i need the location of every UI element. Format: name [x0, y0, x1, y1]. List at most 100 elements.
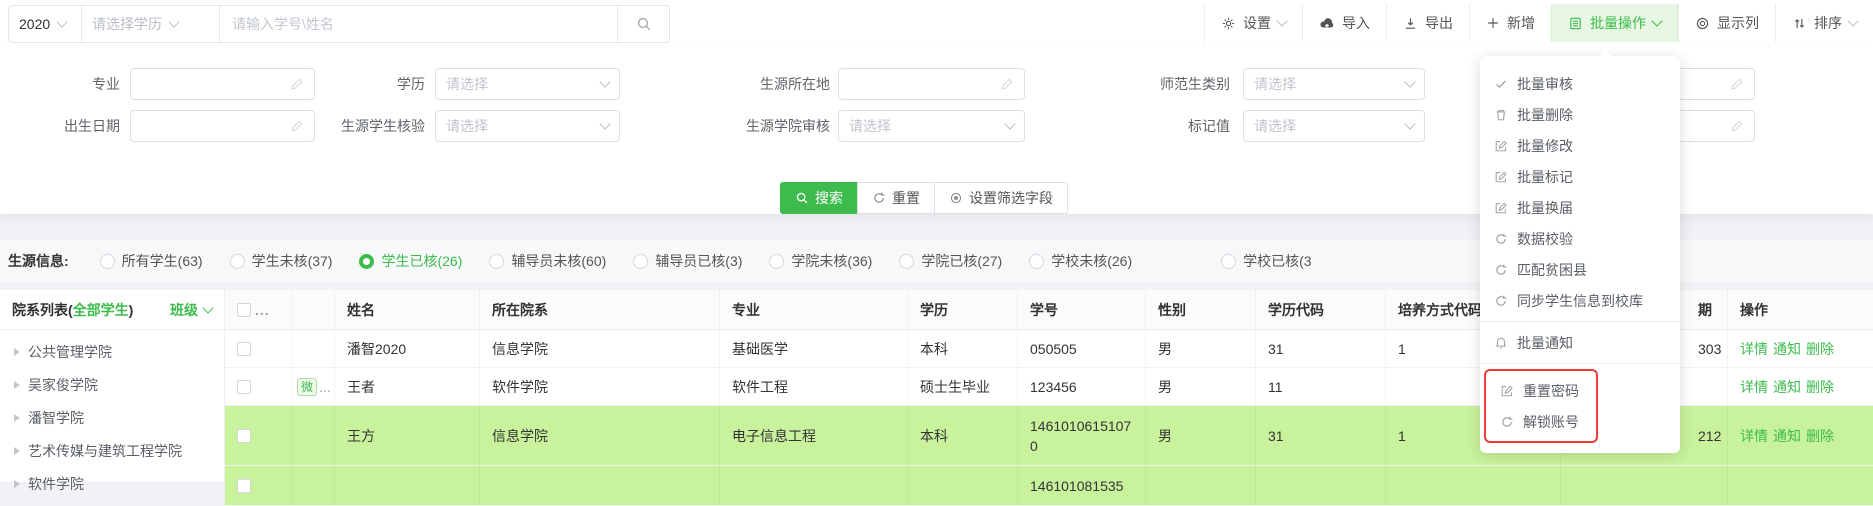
row-checkbox[interactable] [237, 479, 251, 493]
detail-link[interactable]: 详情 [1740, 339, 1768, 359]
menu-separator [1480, 321, 1680, 322]
sidebar-item-art-media[interactable]: 艺术传媒与建筑工程学院 [0, 434, 224, 467]
import-button[interactable]: 导入 [1302, 4, 1386, 42]
filter-normal-student-type-select[interactable]: 请选择 [1243, 68, 1425, 100]
menu-item-match-poverty-county[interactable]: 匹配贫困县 [1480, 254, 1680, 285]
menu-item-batch-audit[interactable]: 批量审核 [1480, 68, 1680, 99]
filter-education-select[interactable]: 请选择 [435, 68, 620, 100]
radio-school-unverified[interactable]: 学校未核(26) [1029, 251, 1132, 271]
filter-college-audit-select[interactable]: 请选择 [838, 110, 1025, 142]
delete-link[interactable]: 删除 [1806, 426, 1834, 446]
add-button-label: 新增 [1507, 13, 1535, 33]
chevron-down-icon [1004, 118, 1015, 129]
settings-button[interactable]: 设置 [1204, 4, 1302, 42]
cell-student-no: 050505 [1018, 330, 1146, 367]
set-filter-fields-button[interactable]: 设置筛选字段 [934, 182, 1068, 214]
reset-button[interactable]: 重置 [857, 182, 935, 214]
delete-link[interactable]: 删除 [1806, 377, 1834, 397]
detail-link[interactable]: 详情 [1740, 426, 1768, 446]
search-button[interactable]: 搜索 [780, 182, 858, 214]
tree-item-label: 潘智学院 [28, 408, 84, 428]
delete-link[interactable]: 删除 [1806, 339, 1834, 359]
header-action: 操作 [1728, 290, 1873, 329]
chevron-down-icon [1404, 76, 1415, 87]
radio-college-verified[interactable]: 学院已核(27) [899, 251, 1002, 271]
select-all-checkbox[interactable] [237, 303, 251, 317]
caret-right-icon [14, 447, 20, 455]
filter-label-student-check: 生源学生核验 [320, 110, 425, 142]
cell-dept: 信息学院 [480, 330, 720, 367]
cell-education: 本科 [908, 406, 1018, 465]
radio-student-unverified[interactable]: 学生未核(37) [230, 251, 333, 271]
cell-education [908, 466, 1018, 505]
notify-link[interactable]: 通知 [1773, 339, 1801, 359]
export-button[interactable]: 导出 [1386, 4, 1469, 42]
menu-item-label: 重置密码 [1523, 381, 1579, 401]
sidebar-item-panzhi[interactable]: 潘智学院 [0, 401, 224, 434]
filter-mark-value-select[interactable]: 请选择 [1243, 110, 1425, 142]
target-icon [949, 191, 963, 205]
filter-label-normal-student-type: 师范生类别 [1100, 68, 1230, 100]
display-columns-button[interactable]: 显示列 [1678, 4, 1775, 42]
chevron-down-icon [1404, 118, 1415, 129]
sidebar-item-software[interactable]: 软件学院 [0, 467, 224, 500]
radio-all-students[interactable]: 所有学生(63) [100, 251, 203, 271]
detail-link[interactable]: 详情 [1740, 377, 1768, 397]
sidebar-item-public-management[interactable]: 公共管理学院 [0, 335, 224, 368]
menu-item-batch-notify[interactable]: 批量通知 [1480, 327, 1680, 358]
filter-major-input[interactable] [141, 69, 284, 99]
radio-icon [359, 254, 374, 269]
select-placeholder: 请选择 [446, 116, 595, 136]
sort-button[interactable]: 排序 [1775, 4, 1873, 42]
sidebar-item-wujiajun[interactable]: 吴家俊学院 [0, 368, 224, 401]
row-checkbox[interactable] [237, 342, 251, 356]
table-row-partial[interactable]: 146101081535 [225, 466, 1873, 506]
menu-item-label: 解锁账号 [1523, 412, 1579, 432]
tree-item-label: 软件学院 [28, 474, 84, 494]
cell-student-no: 123456 [1018, 368, 1146, 405]
row-checkbox[interactable] [237, 380, 251, 394]
refresh-icon [1494, 294, 1508, 308]
search-submit-button[interactable] [617, 6, 669, 42]
batch-actions-menu: 批量审核 批量删除 批量修改 批量标记 批量换届 数据校验 匹配贫困县 同步学生… [1480, 56, 1680, 453]
row-checkbox[interactable] [237, 429, 251, 443]
menu-item-sync-to-school[interactable]: 同步学生信息到校库 [1480, 285, 1680, 316]
add-button[interactable]: 新增 [1469, 4, 1551, 42]
class-dropdown[interactable]: 班级 [170, 300, 212, 320]
cell-select [225, 466, 293, 505]
notify-link[interactable]: 通知 [1773, 377, 1801, 397]
menu-item-data-check[interactable]: 数据校验 [1480, 223, 1680, 254]
filter-birthdate-input[interactable] [141, 111, 284, 141]
settings-button-label: 设置 [1243, 13, 1271, 33]
batch-actions-button[interactable]: 批量操作 [1551, 4, 1678, 42]
sidebar-header: 院系列表(全部学生) 班级 [0, 290, 224, 330]
radio-counselor-unverified[interactable]: 辅导员未核(60) [489, 251, 606, 271]
menu-item-batch-edit[interactable]: 批量修改 [1480, 130, 1680, 161]
check-icon [1494, 77, 1508, 91]
radio-counselor-verified[interactable]: 辅导员已核(3) [633, 251, 742, 271]
header-education-code: 学历代码 [1256, 290, 1386, 329]
student-search-input[interactable] [220, 8, 617, 40]
edit-icon [1494, 170, 1508, 184]
filter-origin-input[interactable] [849, 69, 994, 99]
menu-item-unlock-account[interactable]: 解锁账号 [1486, 406, 1596, 437]
radio-school-verified[interactable]: 学校已核(3 [1221, 251, 1311, 271]
notify-link[interactable]: 通知 [1773, 426, 1801, 446]
filter-student-check-select[interactable]: 请选择 [435, 110, 620, 142]
radio-college-unverified[interactable]: 学院未核(36) [769, 251, 872, 271]
menu-item-batch-delete[interactable]: 批量删除 [1480, 99, 1680, 130]
highlighted-menu-group: 重置密码 解锁账号 [1484, 369, 1598, 443]
year-select[interactable]: 2020 [9, 6, 81, 42]
menu-item-batch-transition[interactable]: 批量换届 [1480, 192, 1680, 223]
menu-item-label: 批量修改 [1517, 136, 1573, 156]
display-columns-button-label: 显示列 [1717, 13, 1759, 33]
select-placeholder: 请选择 [1254, 74, 1400, 94]
select-placeholder: 请选择 [849, 116, 1000, 136]
radio-student-verified[interactable]: 学生已核(26) [359, 251, 462, 271]
cell-name: 王方 [335, 406, 480, 465]
education-select[interactable]: 请选择学历 [81, 6, 219, 42]
header-education: 学历 [908, 290, 1018, 329]
filter-origin-field [838, 68, 1025, 100]
menu-item-batch-mark[interactable]: 批量标记 [1480, 161, 1680, 192]
menu-item-reset-password[interactable]: 重置密码 [1486, 375, 1596, 406]
